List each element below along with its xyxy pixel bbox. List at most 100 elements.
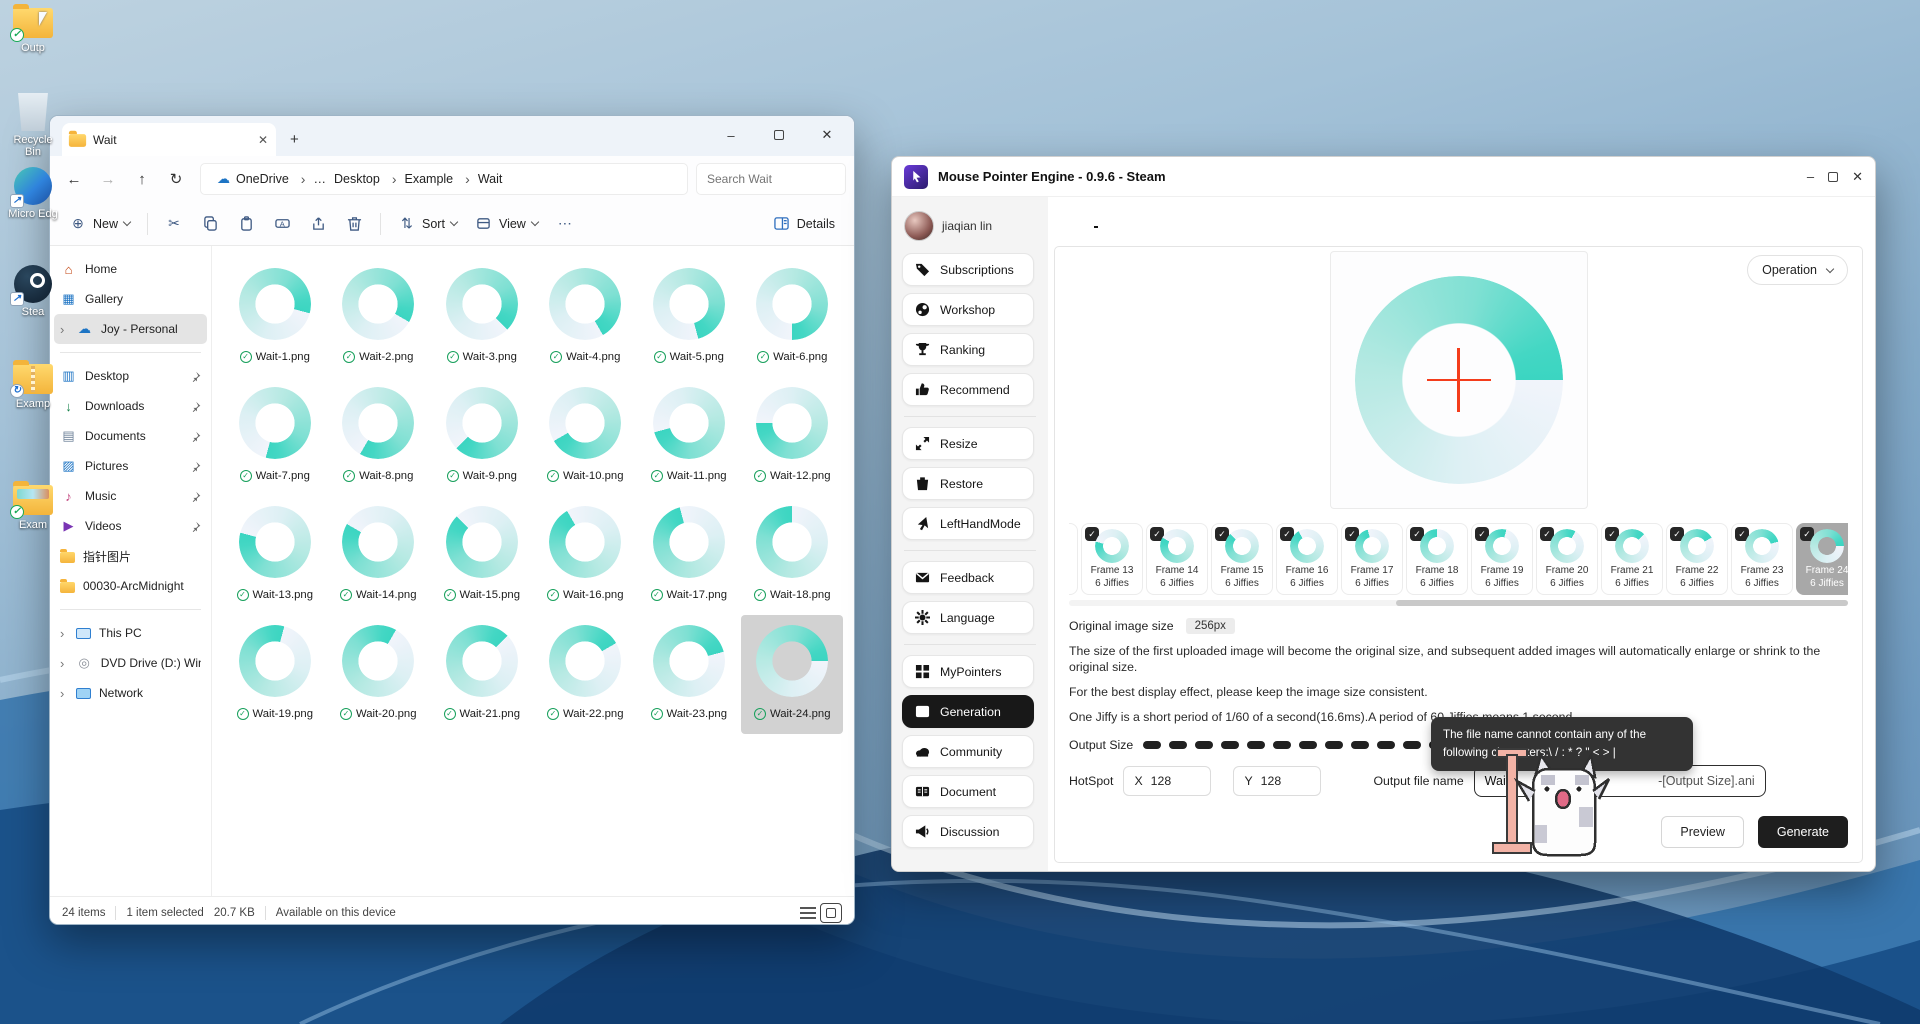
output-size-option[interactable] [1195, 741, 1213, 749]
desktop-icon[interactable]: ↗ Micro Edg [4, 166, 62, 220]
file-item[interactable]: ✓ Wait-3.png [431, 258, 533, 377]
file-item[interactable]: ✓ Wait-23.png [638, 615, 740, 734]
file-item[interactable]: ✓ Wait-1.png [224, 258, 326, 377]
file-item[interactable]: ✓ Wait-16.png [534, 496, 636, 615]
sidebar-nav-button[interactable]: Feedback [902, 561, 1034, 594]
frame-item[interactable]: ✓ Frame 13 6 Jiffies [1081, 523, 1143, 595]
close-button[interactable]: ✕ [806, 120, 848, 150]
file-item[interactable]: ✓ Wait-12.png [741, 377, 843, 496]
sidebar-item[interactable]: ▨ Pictures [54, 451, 207, 481]
frames-strip[interactable]: ✓ Frame 12 6 Jiffies ✓ Frame 13 6 Jiffie… [1069, 523, 1848, 595]
cut-button[interactable]: ✂ [156, 209, 192, 239]
search-input[interactable] [696, 163, 846, 195]
output-size-option[interactable] [1403, 741, 1421, 749]
new-tab-button[interactable]: + [290, 131, 299, 148]
sidebar-item[interactable]: ▶ Videos [54, 511, 207, 541]
frame-item[interactable]: ✓ Frame 24 6 Jiffies [1796, 523, 1848, 595]
file-item[interactable]: ✓ Wait-2.png [327, 258, 429, 377]
refresh-icon[interactable]: ↻ [160, 164, 192, 194]
maximize-button[interactable] [758, 120, 800, 150]
file-item[interactable]: ✓ Wait-4.png [534, 258, 636, 377]
file-item[interactable]: ✓ Wait-21.png [431, 615, 533, 734]
frames-scrollbar[interactable] [1069, 600, 1848, 606]
file-item[interactable]: ✓ Wait-5.png [638, 258, 740, 377]
output-size-option[interactable] [1325, 741, 1343, 749]
sidebar-nav-button[interactable]: Document [902, 775, 1034, 808]
sidebar-nav-button[interactable]: Community [902, 735, 1034, 768]
sidebar-item[interactable]: ▦ Gallery [54, 284, 207, 314]
sidebar-nav-button[interactable]: LeftHandMode [902, 507, 1034, 540]
operation-dropdown[interactable]: Operation [1747, 255, 1848, 285]
file-item[interactable]: ✓ Wait-9.png [431, 377, 533, 496]
sidebar-item[interactable]: 指针图片 [54, 541, 207, 571]
file-item[interactable]: ✓ Wait-11.png [638, 377, 740, 496]
explorer-tab[interactable]: Wait ✕ [62, 123, 276, 156]
sidebar-nav-button[interactable]: Resize [902, 427, 1034, 460]
sidebar-item[interactable]: › ◎ DVD Drive (D:) Win [54, 648, 207, 678]
sidebar-item[interactable]: › Network [54, 678, 207, 708]
pointer-tab[interactable] [1094, 213, 1098, 228]
chevron-right-icon[interactable]: › [60, 626, 68, 641]
file-item[interactable]: ✓ Wait-8.png [327, 377, 429, 496]
sidebar-nav-button[interactable]: Generation [902, 695, 1034, 728]
file-item[interactable]: ✓ Wait-15.png [431, 496, 533, 615]
output-size-option[interactable] [1377, 741, 1395, 749]
desktop-icon[interactable]: Recycle Bin [4, 92, 62, 158]
sidebar-item[interactable]: ♪ Music [54, 481, 207, 511]
desktop-icon[interactable]: ↻ Examp [4, 356, 62, 410]
view-button[interactable]: View [466, 209, 547, 239]
sidebar-item[interactable]: 00030-ArcMidnight [54, 571, 207, 601]
sidebar-item[interactable]: ↓ Downloads [54, 391, 207, 421]
sidebar-item[interactable]: ▥ Desktop [54, 361, 207, 391]
file-item[interactable]: ✓ Wait-6.png [741, 258, 843, 377]
frame-item[interactable]: ✓ Frame 19 6 Jiffies [1471, 523, 1533, 595]
frame-item[interactable]: ✓ Frame 23 6 Jiffies [1731, 523, 1793, 595]
sidebar-nav-button[interactable]: Discussion [902, 815, 1034, 848]
sidebar-nav-button[interactable]: Language [902, 601, 1034, 634]
preview-button[interactable]: Preview [1661, 816, 1743, 848]
sort-button[interactable]: ⇅ Sort [389, 209, 466, 239]
file-item[interactable]: ✓ Wait-24.png [741, 615, 843, 734]
frame-item[interactable]: ✓ Frame 15 6 Jiffies [1211, 523, 1273, 595]
file-item[interactable]: ✓ Wait-7.png [224, 377, 326, 496]
hotspot-y-input[interactable]: Y 128 [1233, 766, 1321, 796]
close-button[interactable]: ✕ [1852, 169, 1863, 185]
hotspot-x-input[interactable]: X 128 [1123, 766, 1211, 796]
file-item[interactable]: ✓ Wait-13.png [224, 496, 326, 615]
rename-button[interactable]: A [264, 209, 300, 239]
desktop-icon[interactable]: ✓ Outp [4, 0, 62, 54]
breadcrumb-item[interactable]: Example › [401, 171, 474, 187]
sidebar-item[interactable]: › ☁ Joy - Personal [54, 314, 207, 344]
generate-button[interactable]: Generate [1758, 816, 1848, 848]
new-button[interactable]: ⊕ New [60, 209, 139, 239]
paste-button[interactable] [228, 209, 264, 239]
more-button[interactable]: ⋯ [547, 209, 583, 239]
sidebar-nav-button[interactable]: Recommend [902, 373, 1034, 406]
frame-item[interactable]: ✓ Frame 22 6 Jiffies [1666, 523, 1728, 595]
frame-item[interactable]: ✓ Frame 14 6 Jiffies [1146, 523, 1208, 595]
sidebar-nav-button[interactable]: Ranking [902, 333, 1034, 366]
output-size-option[interactable] [1247, 741, 1265, 749]
maximize-button[interactable] [1828, 169, 1838, 185]
sidebar-nav-button[interactable]: Workshop [902, 293, 1034, 326]
breadcrumb-item[interactable]: ☁ OneDrive › [211, 171, 309, 187]
file-item[interactable]: ✓ Wait-22.png [534, 615, 636, 734]
breadcrumb-item[interactable]: Wait [474, 172, 507, 186]
chevron-right-icon[interactable]: › [60, 686, 68, 701]
chevron-right-icon[interactable]: › [60, 656, 68, 671]
share-button[interactable] [300, 209, 336, 239]
minimize-button[interactable]: – [710, 120, 752, 150]
file-item[interactable]: ✓ Wait-19.png [224, 615, 326, 734]
pointer-tab[interactable] [1056, 213, 1060, 221]
back-icon[interactable]: ← [58, 164, 90, 194]
desktop-icon[interactable]: ✓ Exam [4, 477, 62, 531]
copy-button[interactable] [192, 209, 228, 239]
output-size-option[interactable] [1351, 741, 1369, 749]
file-item[interactable]: ✓ Wait-10.png [534, 377, 636, 496]
chevron-right-icon[interactable]: › [60, 322, 68, 337]
output-size-option[interactable] [1273, 741, 1291, 749]
file-item[interactable]: ✓ Wait-14.png [327, 496, 429, 615]
frame-item[interactable]: ✓ Frame 21 6 Jiffies [1601, 523, 1663, 595]
sidebar-nav-button[interactable]: MyPointers [902, 655, 1034, 688]
tab-close-icon[interactable]: ✕ [258, 133, 268, 147]
